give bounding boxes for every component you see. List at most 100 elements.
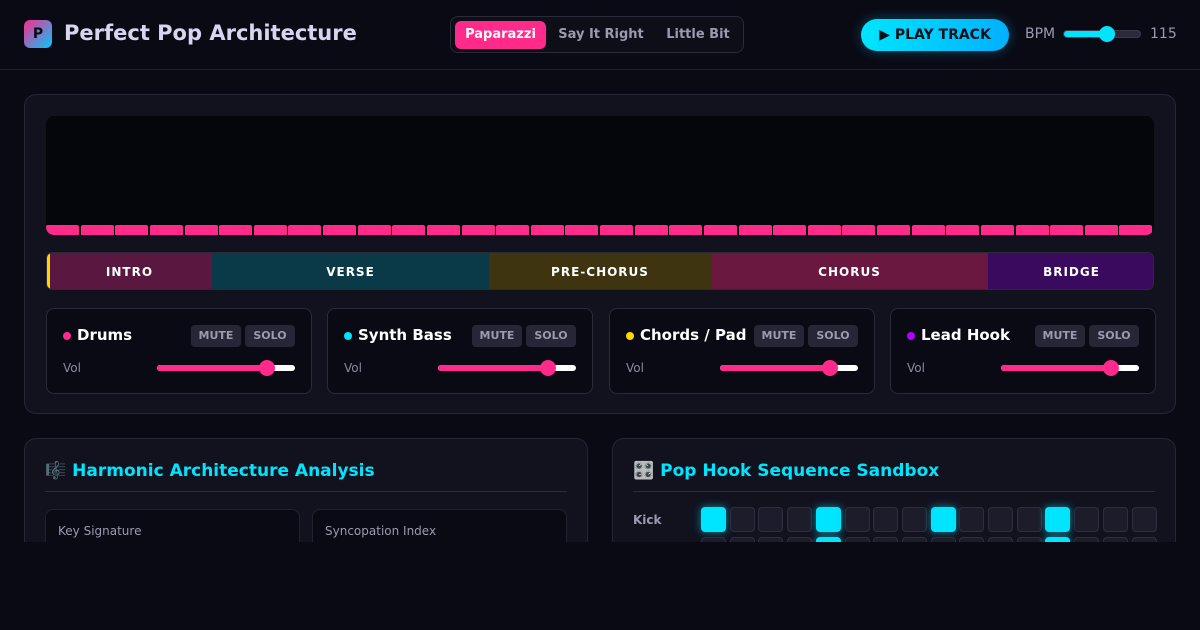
waveform-bar <box>357 225 391 235</box>
waveform-bar <box>669 225 703 235</box>
waveform-bar <box>1050 225 1084 235</box>
channel-color-dot <box>626 332 634 340</box>
channel-color-dot <box>63 332 71 340</box>
volume-slider-thumb[interactable] <box>1103 360 1120 376</box>
channel-name: Lead Hook <box>921 326 1010 344</box>
volume-slider-fill <box>157 365 268 371</box>
section-bridge[interactable]: BRIDGE <box>988 253 1153 289</box>
channel-chords-pad: Chords / Pad MUTE SOLO Vol <box>609 308 875 394</box>
channel-drums: Drums MUTE SOLO Vol <box>46 308 312 394</box>
sequencer-step[interactable] <box>959 507 985 532</box>
section-chorus[interactable]: CHORUS <box>711 253 988 289</box>
waveform-bar <box>184 225 218 235</box>
volume-label: Vol <box>344 361 362 375</box>
mute-button[interactable]: MUTE <box>1035 325 1085 347</box>
solo-button[interactable]: SOLO <box>526 325 576 347</box>
tab-paparazzi[interactable]: Paparazzi <box>455 21 546 49</box>
volume-slider[interactable] <box>1001 360 1139 376</box>
volume-slider[interactable] <box>720 360 858 376</box>
channel-name: Drums <box>77 326 133 344</box>
solo-button[interactable]: SOLO <box>808 325 858 347</box>
channel-name: Chords / Pad <box>640 326 747 344</box>
solo-button[interactable]: SOLO <box>245 325 295 347</box>
sequencer-step[interactable] <box>1045 507 1071 532</box>
volume-slider-thumb[interactable] <box>259 360 276 376</box>
waveform-bar <box>807 225 841 235</box>
waveform-bar <box>773 225 807 235</box>
sequencer-row-label: Kick <box>633 513 662 527</box>
waveform-bar <box>1084 225 1118 235</box>
waveform-bar <box>46 225 79 235</box>
section-intro[interactable]: INTRO <box>47 253 212 289</box>
waveform-bar <box>288 225 322 235</box>
channel-synth-bass: Synth Bass MUTE SOLO Vol <box>327 308 593 394</box>
waveform-bar <box>392 225 426 235</box>
volume-slider[interactable] <box>438 360 576 376</box>
volume-slider-thumb[interactable] <box>822 360 839 376</box>
waveform-bar <box>911 225 945 235</box>
sequencer-step[interactable] <box>988 507 1013 532</box>
page-fold <box>0 542 1200 630</box>
sequencer-step[interactable] <box>930 507 956 532</box>
volume-slider[interactable] <box>157 360 295 376</box>
volume-label: Vol <box>626 361 644 375</box>
bpm-value: 115 <box>1150 26 1177 42</box>
sequencer-panel-title: 🎛️ Pop Hook Sequence Sandbox <box>633 461 939 481</box>
sequencer-step[interactable] <box>729 507 755 532</box>
waveform-bar <box>1119 225 1153 235</box>
waveform-bar <box>253 225 287 235</box>
waveform-bar <box>80 225 114 235</box>
sequencer-step[interactable] <box>701 507 726 532</box>
mixer-panel: INTRO VERSE PRE-CHORUS CHORUS BRIDGE Dru… <box>24 94 1176 414</box>
waveform-bar <box>703 225 737 235</box>
sequencer-step[interactable] <box>901 507 927 532</box>
control-knobs-icon: 🎛️ <box>633 461 655 481</box>
harmonic-panel-title: 🎼 Harmonic Architecture Analysis <box>45 461 375 481</box>
bpm-label: BPM <box>1025 26 1056 42</box>
song-sections: INTRO VERSE PRE-CHORUS CHORUS BRIDGE <box>46 252 1154 290</box>
bpm-slider[interactable] <box>1063 26 1141 42</box>
mute-button[interactable]: MUTE <box>754 325 804 347</box>
sequencer-step[interactable] <box>1102 507 1128 532</box>
sequencer-step[interactable] <box>1074 507 1100 532</box>
section-pre-chorus[interactable]: PRE-CHORUS <box>489 253 711 289</box>
volume-slider-fill <box>1001 365 1112 371</box>
tab-little-bit[interactable]: Little Bit <box>656 21 740 49</box>
waveform-bar <box>946 225 980 235</box>
waveform-bar <box>149 225 183 235</box>
sequencer-step[interactable] <box>873 507 899 532</box>
app-title: Perfect Pop Architecture <box>64 21 357 45</box>
waveform-bar <box>877 225 910 235</box>
app-logo: P <box>24 20 52 48</box>
top-bar: P Perfect Pop Architecture Paparazzi Say… <box>0 0 1200 70</box>
sequencer-step[interactable] <box>1016 507 1042 532</box>
play-track-button[interactable]: ▶ PLAY TRACK <box>861 19 1009 51</box>
sequencer-step[interactable] <box>758 507 784 532</box>
sequencer-step[interactable] <box>1131 507 1157 532</box>
waveform-bar <box>323 225 356 235</box>
waveform-bar <box>1015 225 1049 235</box>
mute-button[interactable]: MUTE <box>191 325 241 347</box>
waveform-bar <box>738 225 772 235</box>
waveform-bar <box>496 225 530 235</box>
music-score-icon: 🎼 <box>45 461 67 481</box>
stat-label: Key Signature <box>58 524 142 538</box>
solo-button[interactable]: SOLO <box>1089 325 1139 347</box>
waveform-bar <box>565 225 599 235</box>
divider <box>633 491 1155 492</box>
waveform-bar <box>115 225 149 235</box>
sequencer-step[interactable] <box>844 507 870 532</box>
waveform-bar <box>634 225 668 235</box>
harmonic-panel-title-text: Harmonic Architecture Analysis <box>72 461 375 481</box>
channel-lead-hook: Lead Hook MUTE SOLO Vol <box>890 308 1156 394</box>
tab-say-it-right[interactable]: Say It Right <box>550 21 652 49</box>
stat-label: Syncopation Index <box>325 524 437 538</box>
sequencer-step[interactable] <box>815 507 841 532</box>
section-verse[interactable]: VERSE <box>212 253 489 289</box>
waveform-bar <box>600 225 633 235</box>
sequencer-step[interactable] <box>787 507 813 532</box>
volume-slider-thumb[interactable] <box>540 360 557 376</box>
mute-button[interactable]: MUTE <box>472 325 522 347</box>
waveform-display[interactable] <box>46 116 1154 235</box>
bpm-slider-thumb[interactable] <box>1098 26 1115 42</box>
